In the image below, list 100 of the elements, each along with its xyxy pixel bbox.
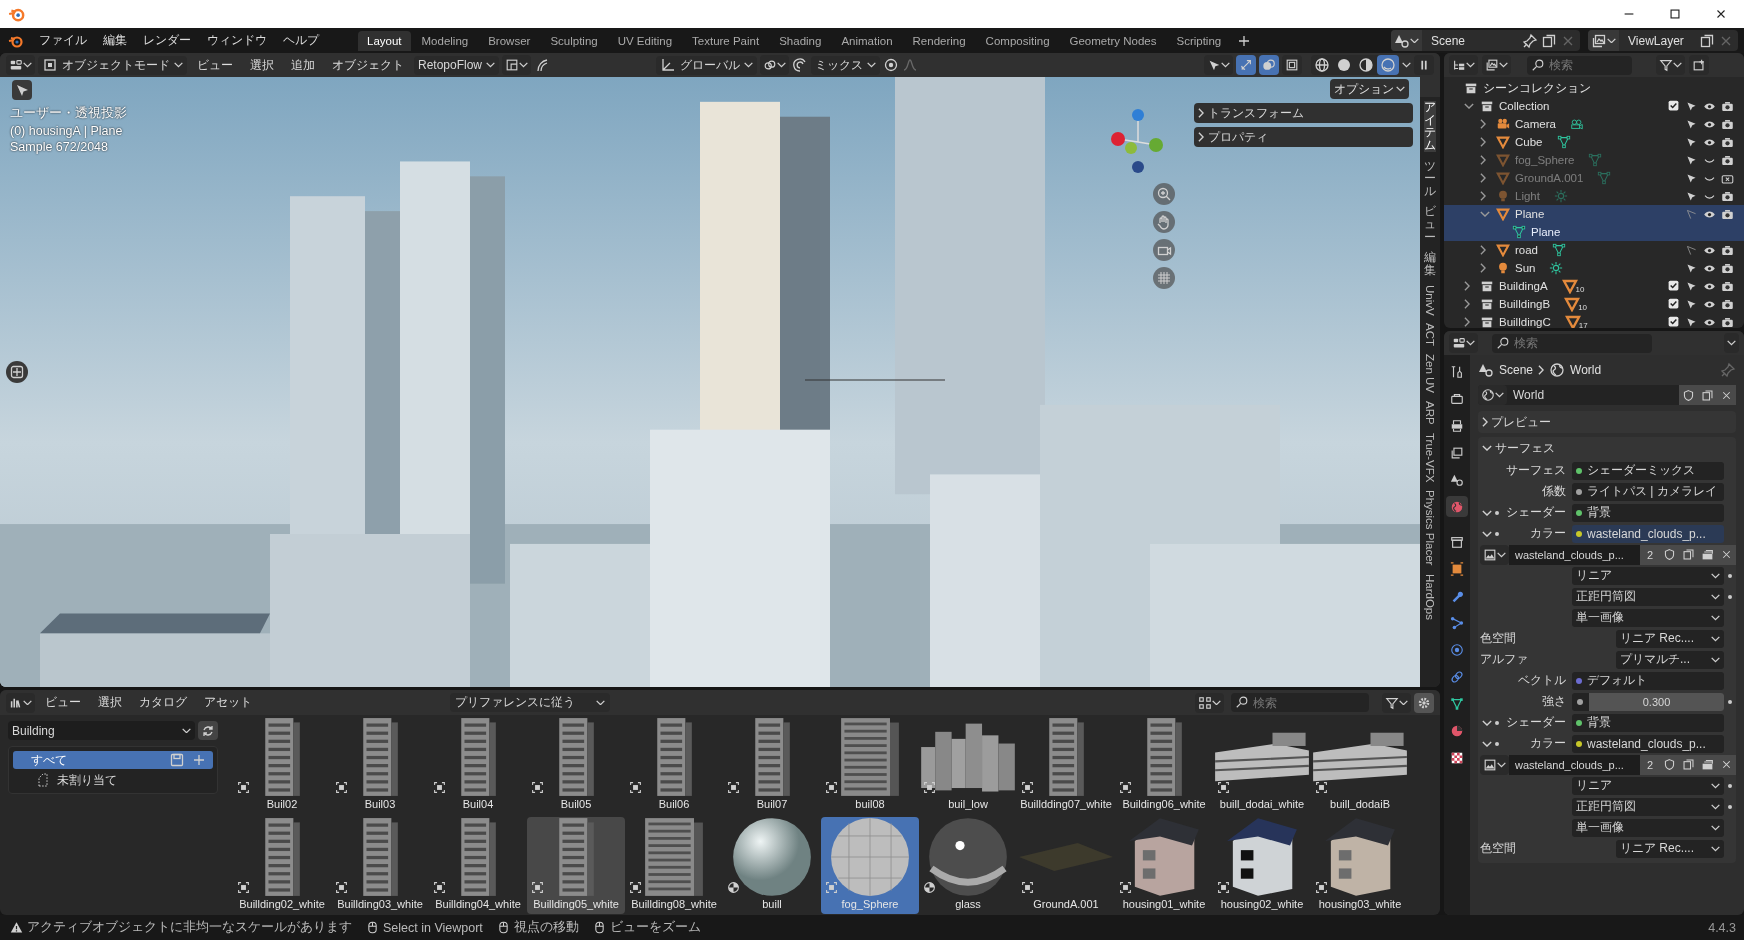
- outliner-row[interactable]: road: [1444, 241, 1744, 259]
- sidebar-tab[interactable]: Zen UV: [1423, 354, 1437, 394]
- socket-value-field[interactable]: wasteland_clouds_p...: [1572, 734, 1724, 753]
- socket-value-field[interactable]: 背景: [1572, 503, 1724, 522]
- mode-dropdown[interactable]: オブジェクトモード: [38, 55, 187, 75]
- asset-tile[interactable]: GroundA.001: [1017, 817, 1115, 914]
- dropdown[interactable]: 正距円筒図: [1572, 797, 1724, 816]
- menu-item[interactable]: 追加: [284, 54, 322, 76]
- asset-tile[interactable]: buill_dodai_white: [1213, 717, 1311, 814]
- socket-value-field[interactable]: ライトパス | カメラレイ: [1572, 482, 1724, 501]
- asset-tile[interactable]: Buillding02_white: [233, 817, 331, 914]
- menu-item[interactable]: 選択: [91, 692, 129, 713]
- user-count[interactable]: 2: [1640, 544, 1660, 565]
- menu-item[interactable]: アセット: [197, 692, 259, 713]
- asset-tile[interactable]: buil08: [821, 717, 919, 814]
- outliner-row[interactable]: Light: [1444, 187, 1744, 205]
- image-name-field[interactable]: wasteland_clouds_p...: [1509, 754, 1640, 775]
- socket-value-field[interactable]: 背景: [1572, 713, 1724, 732]
- orientation-dropdown[interactable]: グローバル: [656, 55, 758, 75]
- menu-item[interactable]: 編集: [96, 30, 134, 51]
- dropdown[interactable]: リニア Rec....: [1616, 629, 1724, 648]
- asset-tile[interactable]: buil_low: [919, 717, 1017, 814]
- search-field[interactable]: 検索: [1527, 55, 1632, 75]
- sidebar-tab[interactable]: UnivV: [1423, 284, 1437, 316]
- asset-tile[interactable]: housing02_white: [1213, 817, 1311, 914]
- socket-value-field[interactable]: デフォルト: [1572, 671, 1724, 690]
- workspace-tab[interactable]: Animation: [832, 30, 902, 51]
- options-button[interactable]: オプション: [1330, 79, 1409, 99]
- image-name-field[interactable]: wasteland_clouds_p...: [1509, 544, 1640, 565]
- number-field[interactable]: 0.300: [1589, 692, 1724, 711]
- asset-tile[interactable]: Buil05: [527, 717, 625, 814]
- import-method-dropdown[interactable]: プリファレンスに従う: [450, 693, 610, 712]
- workspace-tab[interactable]: Rendering: [903, 30, 975, 51]
- sidebar-tab[interactable]: 編集: [1424, 251, 1436, 277]
- user-count[interactable]: 2: [1640, 754, 1660, 775]
- asset-tile[interactable]: buill_dodaiB: [1311, 717, 1409, 814]
- asset-tile[interactable]: Builldding07_white: [1017, 717, 1115, 814]
- workspace-tab[interactable]: Browser: [479, 30, 540, 51]
- outliner-row[interactable]: シーンコレクション: [1444, 79, 1744, 97]
- workspace-tab[interactable]: Shading: [770, 30, 831, 51]
- asset-tile[interactable]: housing01_white: [1115, 817, 1213, 914]
- socket-value-field[interactable]: シェーダーミックス: [1572, 461, 1724, 480]
- dropdown[interactable]: プリマルチ...: [1616, 650, 1724, 669]
- sidebar-tab[interactable]: ACT: [1423, 323, 1437, 347]
- sidebar-panel-header[interactable]: トランスフォーム: [1194, 103, 1413, 123]
- workspace-tab[interactable]: Geometry Nodes: [1060, 30, 1166, 51]
- sidebar-tab[interactable]: Physics Placer: [1423, 490, 1437, 566]
- scene-selector[interactable]: Scene: [1391, 30, 1580, 51]
- workspace-tab[interactable]: Modeling: [412, 30, 478, 51]
- outliner-row[interactable]: BuilldingC 17: [1444, 313, 1744, 328]
- workspace-tab[interactable]: Texture Paint: [683, 30, 769, 51]
- menu-item[interactable]: ウィンドウ: [200, 30, 274, 51]
- sidebar-tab[interactable]: ツール: [1424, 159, 1436, 198]
- socket-value-field[interactable]: wasteland_clouds_p...: [1572, 524, 1724, 543]
- outliner-row[interactable]: Cube: [1444, 133, 1744, 151]
- menu-item[interactable]: ヘルプ: [276, 30, 326, 51]
- library-dropdown[interactable]: Building: [8, 721, 195, 740]
- asset-tile[interactable]: buill: [723, 817, 821, 914]
- asset-tile[interactable]: Buil07: [723, 717, 821, 814]
- asset-tile[interactable]: Buil04: [429, 717, 527, 814]
- asset-tile[interactable]: Buil02: [233, 717, 331, 814]
- outliner-row[interactable]: GroundA.001: [1444, 169, 1744, 187]
- outliner-row[interactable]: Collection: [1444, 97, 1744, 115]
- menu-item[interactable]: ビュー: [190, 54, 240, 76]
- menu-item[interactable]: 選択: [243, 54, 281, 76]
- sidebar-tab[interactable]: True-VFX: [1423, 433, 1437, 483]
- asset-tile[interactable]: Buillding04_white: [429, 817, 527, 914]
- asset-tile[interactable]: glass: [919, 817, 1017, 914]
- snap-dropdown[interactable]: ミックス: [811, 55, 881, 75]
- asset-tile[interactable]: Buillding05_white: [527, 817, 625, 914]
- workspace-tab[interactable]: Scripting: [1167, 30, 1231, 51]
- catalog-item[interactable]: 未割り当て: [13, 771, 213, 789]
- menu-item[interactable]: カタログ: [132, 692, 194, 713]
- asset-tile[interactable]: fog_Sphere: [821, 817, 919, 914]
- view-layer-selector[interactable]: ViewLayer: [1588, 30, 1738, 51]
- panel-header[interactable]: プレビュー: [1478, 411, 1736, 433]
- sidebar-panel-header[interactable]: プロパティ: [1194, 127, 1413, 147]
- outliner-row[interactable]: Plane: [1444, 223, 1744, 241]
- outliner-row[interactable]: Camera: [1444, 115, 1744, 133]
- workspace-tab[interactable]: UV Editing: [608, 30, 682, 51]
- asset-tile[interactable]: Building06_white: [1115, 717, 1213, 814]
- outliner-row[interactable]: fog_Sphere: [1444, 151, 1744, 169]
- asset-tile[interactable]: Buillding08_white: [625, 817, 723, 914]
- dropdown[interactable]: 単一画像: [1572, 818, 1724, 837]
- search-field[interactable]: 検索: [1231, 693, 1369, 712]
- menu-item[interactable]: ビュー: [38, 692, 88, 713]
- dropdown[interactable]: リニア: [1572, 566, 1724, 585]
- dropdown[interactable]: 正距円筒図: [1572, 587, 1724, 606]
- menu-item[interactable]: ファイル: [32, 30, 94, 51]
- outliner-row[interactable]: BuilldingB 10: [1444, 295, 1744, 313]
- outliner-row[interactable]: BuildingA 10: [1444, 277, 1744, 295]
- workspace-tab[interactable]: Layout: [358, 30, 411, 51]
- asset-tile[interactable]: Buil03: [331, 717, 429, 814]
- sidebar-tab[interactable]: HardOps: [1423, 573, 1437, 620]
- sidebar-tab[interactable]: ARP: [1423, 401, 1437, 426]
- search-field[interactable]: 検索: [1492, 333, 1652, 353]
- asset-tile[interactable]: housing03_white: [1311, 817, 1409, 914]
- sidebar-tab[interactable]: ビュー: [1424, 205, 1436, 244]
- outliner-row[interactable]: Plane: [1444, 205, 1744, 223]
- workspace-tab[interactable]: Compositing: [976, 30, 1059, 51]
